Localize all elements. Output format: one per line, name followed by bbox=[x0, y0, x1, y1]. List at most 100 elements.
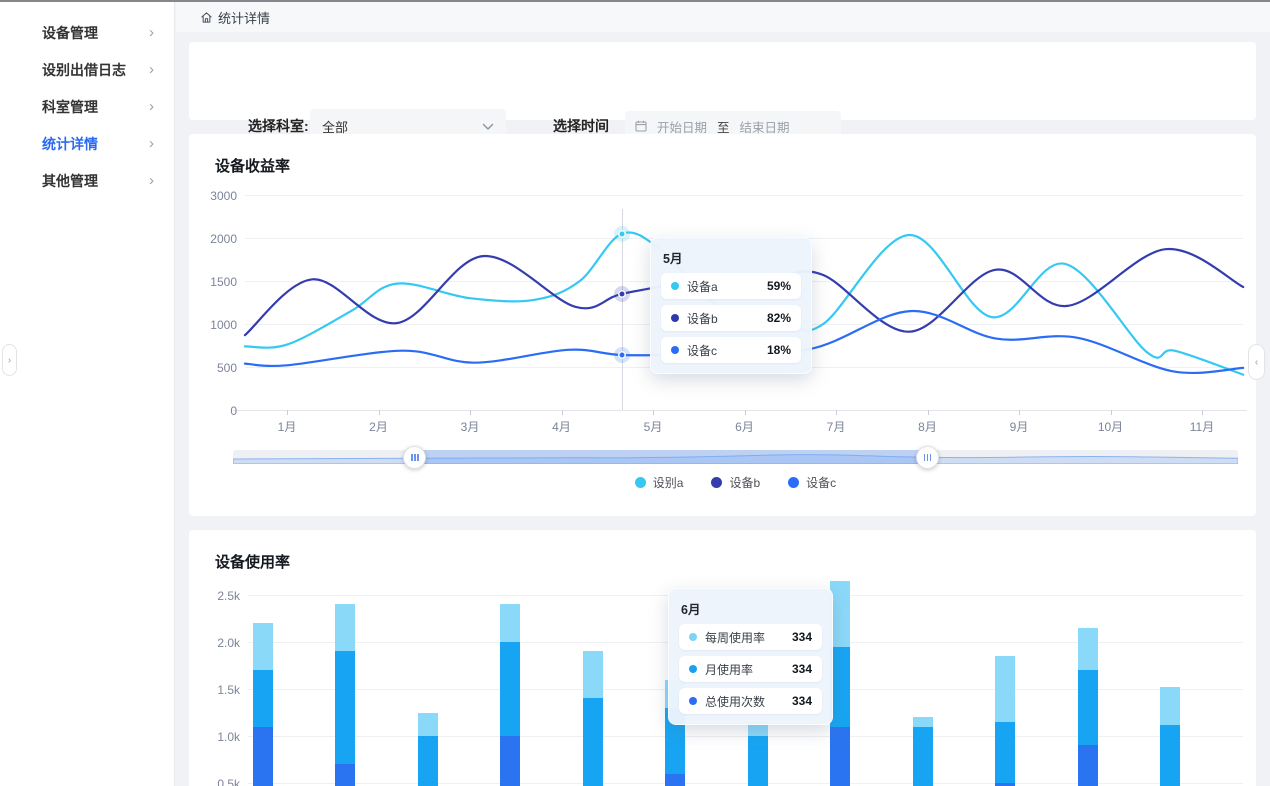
chevron-right-icon: › bbox=[149, 25, 154, 40]
start-date-input[interactable]: 开始日期 bbox=[657, 117, 707, 136]
series-dot-icon bbox=[671, 282, 679, 290]
calendar-icon bbox=[635, 120, 647, 132]
breadcrumb-label: 统计详情 bbox=[218, 8, 270, 27]
bar-segment-5月[interactable] bbox=[583, 698, 603, 786]
tooltip-row: 设备b 82% bbox=[661, 305, 801, 331]
legend-dot-icon bbox=[635, 477, 646, 488]
legend-item[interactable]: 设别a bbox=[635, 474, 684, 491]
bar-segment-3月[interactable] bbox=[418, 736, 438, 786]
revenue-chart-title: 设备收益率 bbox=[215, 155, 290, 176]
legend-label: 设备b bbox=[729, 474, 760, 491]
legend-dot-icon bbox=[788, 477, 799, 488]
sidebar-expand-button[interactable]: › bbox=[2, 344, 17, 376]
bar-segment-11月[interactable] bbox=[1078, 628, 1098, 670]
y-axis-label: 2.0k bbox=[180, 636, 240, 650]
bar-segment-10月[interactable] bbox=[995, 722, 1015, 783]
tooltip-series-value: 334 bbox=[792, 694, 812, 708]
bar-segment-3月[interactable] bbox=[418, 713, 438, 737]
tooltip-series-name: 月使用率 bbox=[705, 661, 753, 678]
datazoom-selected-range[interactable] bbox=[414, 450, 927, 464]
bar-segment-11月[interactable] bbox=[1078, 745, 1098, 786]
series-dot-icon bbox=[671, 346, 679, 354]
x-axis-label: 9月 bbox=[997, 418, 1041, 435]
sidebar-item[interactable]: 统计详情 › bbox=[0, 125, 174, 162]
sidebar-item-label: 科室管理 bbox=[42, 97, 98, 117]
axis-pointer-line bbox=[622, 209, 623, 410]
bar-segment-4月[interactable] bbox=[500, 736, 520, 786]
bar-segment-4月[interactable] bbox=[500, 642, 520, 736]
x-axis-label: 4月 bbox=[540, 418, 584, 435]
bar-segment-12月[interactable] bbox=[1160, 725, 1180, 786]
bar-segment-9月[interactable] bbox=[913, 717, 933, 726]
tooltip-title: 5月 bbox=[663, 248, 801, 267]
hover-point-dot bbox=[618, 351, 626, 359]
screen: 设备管理 › 设别出借日志 › 科室管理 › 统计详情 › 其他管理 › › ‹… bbox=[0, 0, 1270, 786]
bar-segment-11月[interactable] bbox=[1078, 670, 1098, 745]
bar-segment-8月[interactable] bbox=[830, 581, 850, 647]
bar-segment-10月[interactable] bbox=[995, 656, 1015, 722]
bar-segment-9月[interactable] bbox=[913, 727, 933, 786]
bar-segment-8月[interactable] bbox=[830, 647, 850, 727]
datazoom-right-handle[interactable] bbox=[916, 446, 939, 469]
tooltip-series-name: 设备b bbox=[687, 310, 718, 327]
x-axis-label: 1月 bbox=[265, 418, 309, 435]
end-date-input[interactable]: 结束日期 bbox=[740, 117, 790, 136]
chart-legend: 设别a 设备b 设备c bbox=[233, 474, 1238, 491]
panel-collapse-button[interactable]: ‹ bbox=[1248, 344, 1265, 380]
series-dot-icon bbox=[671, 314, 679, 322]
sidebar-item-label: 其他管理 bbox=[42, 171, 98, 191]
breadcrumb[interactable]: 统计详情 bbox=[200, 8, 270, 27]
tooltip-series-value: 18% bbox=[767, 343, 791, 357]
x-axis-label: 10月 bbox=[1089, 418, 1133, 435]
sidebar-item[interactable]: 科室管理 › bbox=[0, 88, 174, 125]
sidebar-item[interactable]: 设别出借日志 › bbox=[0, 51, 174, 88]
x-axis-label: 2月 bbox=[357, 418, 401, 435]
bar-segment-7月[interactable] bbox=[748, 736, 768, 786]
bar-segment-2月[interactable] bbox=[335, 604, 355, 651]
legend-item[interactable]: 设备b bbox=[711, 474, 760, 491]
x-axis-label: 11月 bbox=[1180, 418, 1224, 435]
breadcrumb-bar: 统计详情 bbox=[176, 2, 1270, 32]
x-axis-label: 7月 bbox=[814, 418, 858, 435]
sidebar-item[interactable]: 设备管理 › bbox=[0, 14, 174, 51]
series-dot-icon bbox=[689, 665, 697, 673]
datazoom-slider[interactable] bbox=[233, 450, 1238, 464]
bar-segment-1月[interactable] bbox=[253, 727, 273, 786]
y-axis-label: 1.0k bbox=[180, 730, 240, 744]
tooltip-row: 设备a 59% bbox=[661, 273, 801, 299]
line-chart-tooltip: 5月 设备a 59% 设备b 82% 设备c 18% bbox=[650, 237, 812, 374]
y-axis-label: 1500 bbox=[177, 275, 237, 289]
x-axis-label: 5月 bbox=[631, 418, 675, 435]
tooltip-row: 设备c 18% bbox=[661, 337, 801, 363]
y-axis-label: 2.5k bbox=[180, 589, 240, 603]
tooltip-series-value: 82% bbox=[767, 311, 791, 325]
sidebar-item[interactable]: 其他管理 › bbox=[0, 162, 174, 199]
hover-point-dot bbox=[618, 230, 626, 238]
bar-segment-12月[interactable] bbox=[1160, 687, 1180, 725]
tooltip-series-value: 334 bbox=[792, 630, 812, 644]
bar-segment-4月[interactable] bbox=[500, 604, 520, 642]
bar-segment-2月[interactable] bbox=[335, 651, 355, 764]
bar-segment-5月[interactable] bbox=[583, 651, 603, 698]
tooltip-series-name: 每周使用率 bbox=[705, 629, 765, 646]
series-dot-icon bbox=[689, 697, 697, 705]
legend-item[interactable]: 设备c bbox=[788, 474, 836, 491]
usage-chart-title: 设备使用率 bbox=[215, 551, 290, 572]
sidebar-item-label: 设备管理 bbox=[42, 23, 98, 43]
y-axis-label: 0 bbox=[177, 404, 237, 418]
x-axis-label: 6月 bbox=[723, 418, 767, 435]
bar-segment-1月[interactable] bbox=[253, 670, 273, 726]
chevron-down-icon bbox=[482, 119, 494, 134]
chevron-right-icon: › bbox=[149, 136, 154, 151]
tooltip-title: 6月 bbox=[681, 599, 822, 618]
legend-dot-icon bbox=[711, 477, 722, 488]
date-separator: 至 bbox=[717, 117, 730, 136]
bar-segment-2月[interactable] bbox=[335, 764, 355, 786]
bar-segment-1月[interactable] bbox=[253, 623, 273, 670]
department-filter-label: 选择科室: bbox=[248, 118, 309, 134]
bar-segment-6月[interactable] bbox=[665, 774, 685, 786]
hover-point-dot bbox=[618, 290, 626, 298]
chevron-right-icon: › bbox=[149, 62, 154, 77]
bar-segment-8月[interactable] bbox=[830, 727, 850, 786]
y-axis-label: 1.5k bbox=[180, 683, 240, 697]
